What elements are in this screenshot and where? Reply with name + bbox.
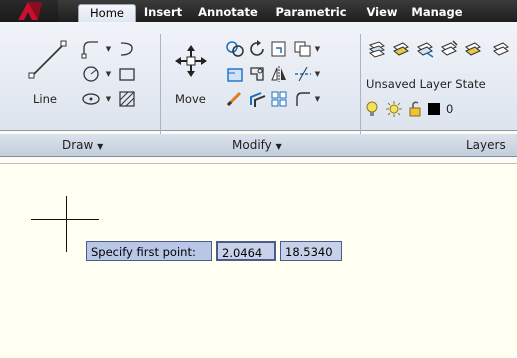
layer-state-combo[interactable]: Unsaved Layer State xyxy=(366,77,486,91)
modify-panel-title-text: Modify xyxy=(232,138,272,152)
stretch-button[interactable] xyxy=(224,63,246,85)
fillet-button[interactable] xyxy=(268,63,290,85)
circle-icon xyxy=(83,66,99,82)
dynamic-input-x[interactable]: 2.0464 xyxy=(216,241,276,261)
ellipse-dropdown[interactable]: ▼ xyxy=(104,89,113,109)
array-button[interactable] xyxy=(292,38,314,60)
chamfer-button[interactable] xyxy=(292,88,314,110)
layer-properties-button[interactable] xyxy=(366,38,388,60)
trim-icon xyxy=(271,41,286,57)
scale-icon xyxy=(271,91,287,107)
draw-panel-title-text: Draw xyxy=(62,138,94,152)
polyline-button[interactable] xyxy=(80,38,102,60)
layer-walk-icon xyxy=(465,42,481,56)
tab-view[interactable]: View xyxy=(364,4,400,22)
modify-panel-title[interactable]: Modify ▼ xyxy=(232,138,282,152)
line-button[interactable] xyxy=(22,34,74,86)
mirror-icon xyxy=(250,67,264,81)
rotate-icon xyxy=(250,40,264,56)
move-button[interactable] xyxy=(170,40,212,82)
layer-status-icons xyxy=(366,101,440,117)
layer-match-icon xyxy=(441,40,458,56)
arc-icon xyxy=(120,42,133,56)
layer-states-icon xyxy=(393,42,409,56)
scale-button[interactable] xyxy=(268,88,290,110)
layer-more-button[interactable] xyxy=(490,38,512,60)
copy-button[interactable] xyxy=(224,38,246,60)
layer-combo[interactable]: 0 xyxy=(364,98,517,122)
chamfer-dropdown[interactable]: ▼ xyxy=(313,89,322,109)
ellipse-icon xyxy=(82,93,100,105)
layer-more-icon xyxy=(493,42,509,56)
extend-icon xyxy=(295,66,311,82)
offset-icon xyxy=(250,92,266,107)
layer-walk-button[interactable] xyxy=(462,38,484,60)
mirror-button[interactable] xyxy=(246,63,268,85)
ellipse-button[interactable] xyxy=(80,88,102,110)
extend-button[interactable] xyxy=(292,63,314,85)
trim-button[interactable] xyxy=(268,38,290,60)
array-dropdown[interactable]: ▼ xyxy=(313,39,322,59)
move-label: Move xyxy=(175,92,206,106)
dynamic-input-y[interactable]: 18.5340 xyxy=(280,241,342,261)
layers-panel-title[interactable]: Layers xyxy=(466,138,506,152)
polyline-icon xyxy=(81,41,98,59)
rectangle-icon xyxy=(119,68,135,81)
ribbon-tab-bar: Home Insert Annotate Parametric View Man… xyxy=(0,0,517,23)
circle-dropdown[interactable]: ▼ xyxy=(104,64,113,84)
lock-icon xyxy=(409,101,421,117)
arc-button[interactable] xyxy=(116,38,138,60)
sun-icon xyxy=(386,101,402,117)
tab-manage[interactable]: Manage xyxy=(410,4,464,22)
layer-properties-icon xyxy=(368,41,386,58)
erase-icon xyxy=(226,91,242,107)
hatch-button[interactable] xyxy=(116,88,138,110)
tab-insert[interactable]: Insert xyxy=(141,4,185,22)
erase-button[interactable] xyxy=(224,88,246,110)
array-icon xyxy=(294,41,311,57)
lightbulb-icon xyxy=(366,101,378,116)
dynamic-input-prompt: Specify first point: xyxy=(86,241,212,261)
make-current-button[interactable] xyxy=(414,38,436,60)
line-label: Line xyxy=(33,92,57,106)
polyline-dropdown[interactable]: ▼ xyxy=(104,39,113,59)
layer-match-button[interactable] xyxy=(438,38,460,60)
make-current-icon xyxy=(417,42,434,58)
draw-panel-title[interactable]: Draw ▼ xyxy=(62,138,103,152)
fillet-icon xyxy=(271,66,286,82)
tab-parametric[interactable]: Parametric xyxy=(270,4,352,22)
tab-annotate[interactable]: Annotate xyxy=(196,4,260,22)
tab-home[interactable]: Home xyxy=(78,4,136,23)
crosshair-horizontal xyxy=(31,219,99,220)
layer-states-button[interactable] xyxy=(390,38,412,60)
chevron-down-icon: ▼ xyxy=(97,142,104,151)
app-menu-button[interactable] xyxy=(0,0,58,22)
offset-button[interactable] xyxy=(246,88,268,110)
copy-icon xyxy=(226,41,244,57)
chevron-down-icon: ▼ xyxy=(275,142,282,151)
layers-panel-title-text: Layers xyxy=(466,138,506,152)
layer-color-swatch xyxy=(428,103,440,115)
current-layer-name: 0 xyxy=(446,102,454,116)
line-icon xyxy=(28,40,67,79)
move-icon xyxy=(175,45,207,77)
hatch-icon xyxy=(119,91,135,107)
rectangle-button[interactable] xyxy=(116,63,138,85)
circle-button[interactable] xyxy=(80,63,102,85)
app-logo-icon xyxy=(18,2,42,20)
chamfer-icon xyxy=(296,92,310,106)
rotate-button[interactable] xyxy=(246,38,268,60)
extend-dropdown[interactable]: ▼ xyxy=(313,64,322,84)
crosshair-vertical xyxy=(66,196,67,252)
stretch-icon xyxy=(227,68,243,82)
